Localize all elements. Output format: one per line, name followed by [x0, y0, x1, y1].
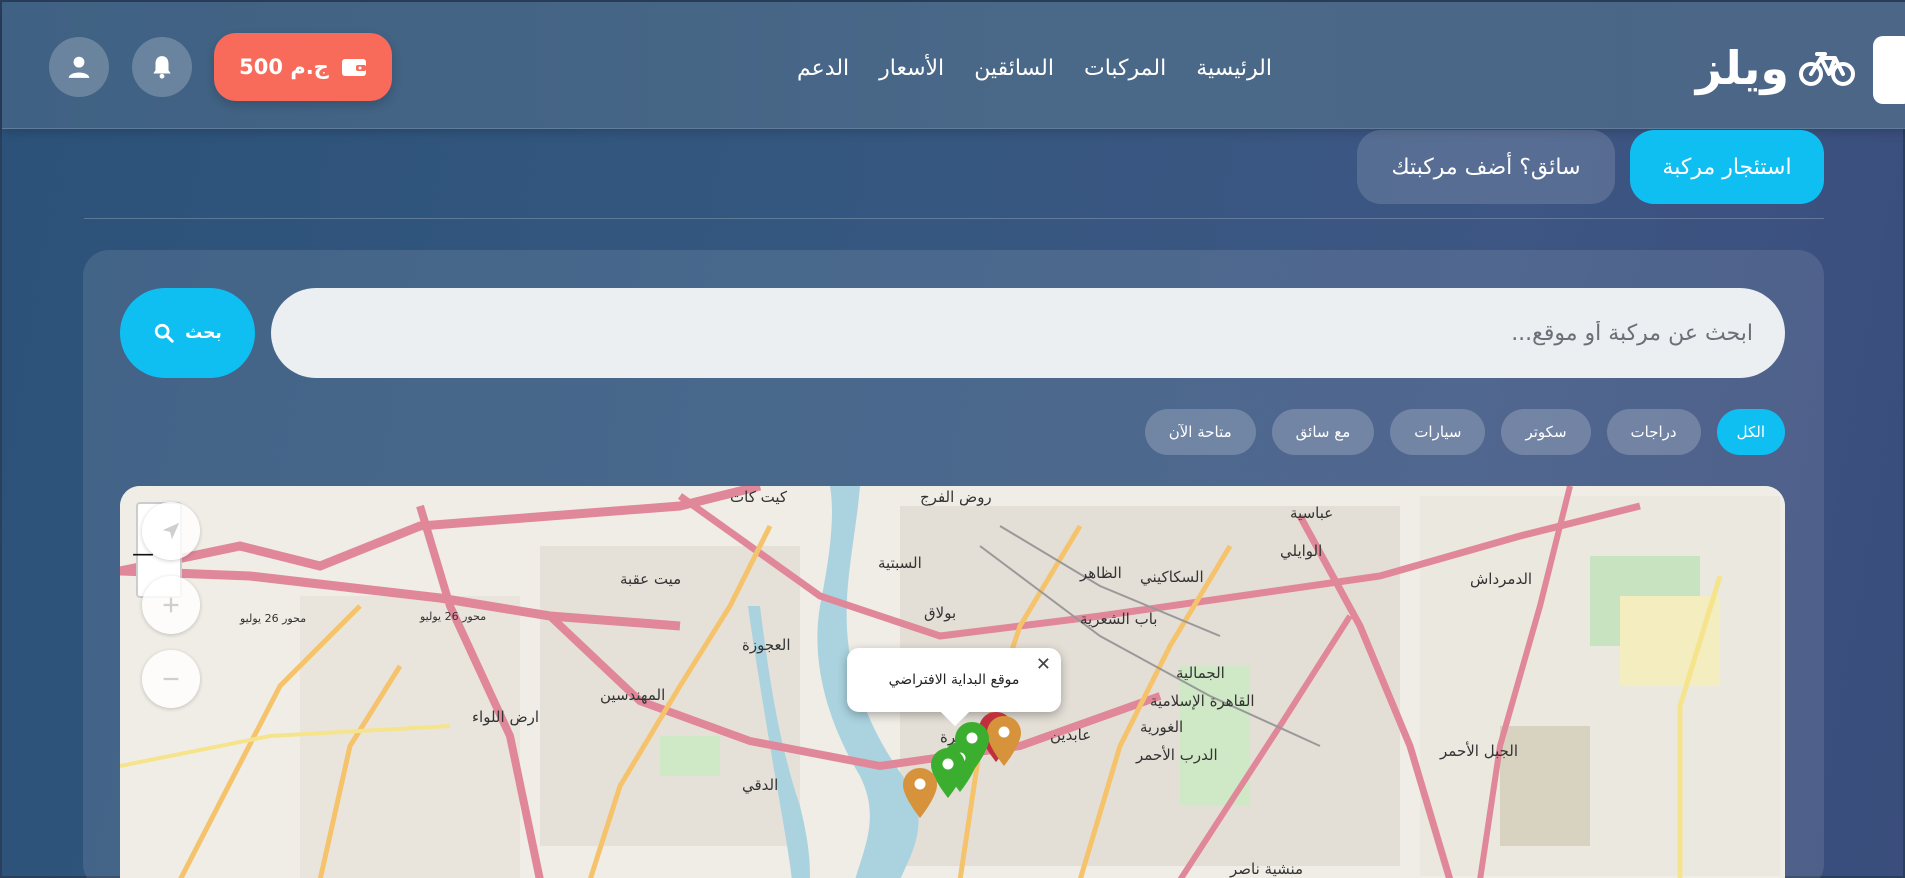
search-button[interactable]: بحث [120, 288, 255, 378]
filter-all[interactable]: الكل [1716, 409, 1785, 455]
filter-bikes[interactable]: دراجات [1606, 409, 1701, 455]
map-label: الدمرداش [1470, 570, 1533, 588]
map-label: محور 26 يوليو [240, 612, 307, 625]
map-label: الغورية [1140, 718, 1184, 736]
map-label: كيت كات [730, 488, 787, 506]
map-label: الظاهر [1080, 564, 1122, 582]
map-label: الوايلي [1280, 542, 1323, 560]
map-label: المهندسين [600, 686, 666, 704]
brand-name: ويلز [1695, 41, 1789, 95]
filter-cars[interactable]: سيارات [1390, 409, 1486, 455]
tab-rent-vehicle[interactable]: استئجار مركبة [1630, 130, 1824, 204]
map-label: الجمالية [1176, 664, 1225, 682]
map-label: ميت عقبة [620, 570, 682, 588]
wallet-icon [341, 59, 366, 76]
brand-logo[interactable]: ويلز [1696, 38, 1855, 98]
filter-chips: الكل دراجات سكوتر سيارات مع سائق متاحة ا… [1136, 409, 1785, 455]
map-label: ارض اللواء [472, 708, 539, 726]
map-label: السكاكيني [1140, 568, 1204, 586]
top-header: ويلز الرئيسية المركبات السائقين الأسعار … [2, 2, 1905, 129]
map-label: بولاق [924, 604, 957, 622]
nav-drivers[interactable]: السائقين [974, 56, 1054, 81]
map-label: محور 26 يوليو [420, 610, 487, 623]
map-zoom-in-button[interactable] [142, 576, 200, 634]
user-icon [68, 56, 90, 78]
side-panel-tab[interactable] [1873, 36, 1905, 104]
map-label: منشية ناصر [1230, 860, 1304, 878]
minus-icon [163, 677, 179, 681]
profile-button[interactable] [49, 37, 109, 97]
wallet-balance: 500 ج.م [239, 55, 329, 79]
map-label: القاهرة الإسلامية [1150, 692, 1255, 710]
search-button-label: بحث [185, 323, 222, 343]
filter-available-now[interactable]: متاحة الآن [1144, 409, 1256, 455]
bicycle-icon [1799, 52, 1855, 86]
nav-home[interactable]: الرئيسية [1196, 56, 1272, 81]
nav-vehicles[interactable]: المركبات [1084, 56, 1166, 81]
map-label: الدرب الأحمر [1136, 746, 1218, 764]
vehicle-pin-orange[interactable] [986, 716, 1022, 766]
map-label: السبتية [878, 554, 922, 572]
nav-pricing[interactable]: الأسعار [879, 56, 944, 81]
close-icon[interactable]: ✕ [1036, 654, 1051, 675]
section-divider [84, 218, 1824, 219]
filter-with-driver[interactable]: مع سائق [1271, 409, 1375, 455]
locate-me-button[interactable] [142, 502, 200, 560]
search-input[interactable] [271, 288, 1785, 378]
map-label: عابدين [1050, 726, 1092, 744]
popup-text: موقع البداية الافتراضي [888, 672, 1020, 688]
map-label: الدقي [742, 776, 779, 794]
wallet-balance-button[interactable]: 500 ج.م [214, 33, 392, 101]
navigation-arrow-icon [162, 522, 180, 540]
location-popup: موقع البداية الافتراضي ✕ [847, 648, 1061, 727]
map-label: الجبل الأحمر [1440, 742, 1519, 760]
map-label: باب الشعرية [1080, 610, 1158, 628]
notifications-button[interactable] [132, 37, 192, 97]
tab-add-vehicle[interactable]: سائق؟ أضف مركبتك [1357, 130, 1615, 204]
filter-scooters[interactable]: سكوتر [1501, 409, 1591, 455]
map-label: العجوزة [742, 636, 791, 654]
map-zoom-out-button[interactable] [142, 650, 200, 708]
map-label: روض الفرج [920, 488, 992, 506]
search-icon [155, 323, 174, 343]
nav-support[interactable]: الدعم [797, 56, 849, 81]
main-nav: الرئيسية المركبات السائقين الأسعار الدعم [797, 50, 1272, 86]
bell-icon [153, 56, 171, 79]
vehicle-pin-orange[interactable] [902, 768, 938, 818]
plus-icon [163, 597, 179, 613]
map-label: عباسية [1290, 504, 1334, 522]
vehicles-map[interactable]: روض الفرج كيت كات عباسية الوايلي السبتية… [120, 486, 1785, 878]
